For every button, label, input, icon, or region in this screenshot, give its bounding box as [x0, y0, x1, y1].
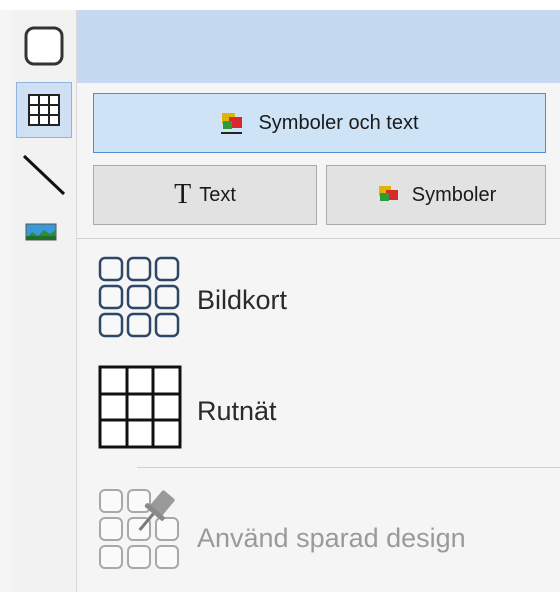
left-toolbar — [12, 10, 77, 592]
symbols-text-icon — [221, 113, 243, 134]
panel-header — [77, 10, 560, 83]
card-grid-icon — [98, 256, 180, 338]
symbols-and-text-button[interactable]: Symboler och text — [93, 93, 546, 153]
symbols-button[interactable]: Symboler — [326, 165, 546, 225]
landscape-image-icon — [25, 223, 57, 241]
grid-tool[interactable] — [16, 82, 72, 138]
diagonal-line-icon — [22, 154, 66, 196]
saved-design-pin-icon — [99, 489, 179, 569]
grid-icon — [28, 94, 60, 126]
rounded-square-icon — [24, 26, 64, 66]
text-t-icon: T — [174, 179, 192, 210]
symbols-button-label: Symboler — [411, 183, 497, 206]
option-rutnat[interactable]: Rutnät — [97, 362, 537, 452]
rounded-rectangle-tool[interactable] — [16, 18, 72, 74]
option-bildkort-label: Bildkort — [197, 285, 288, 315]
text-button[interactable]: T Text — [93, 165, 317, 225]
symbols-and-text-label: Symboler och text — [258, 111, 419, 134]
image-tool[interactable] — [16, 210, 72, 266]
top-strip — [0, 0, 560, 10]
option-bildkort[interactable]: Bildkort — [97, 255, 537, 345]
options-divider — [137, 467, 560, 468]
option-saved-design: Använd sparad design — [97, 487, 537, 577]
symbols-icon — [378, 186, 398, 201]
option-saved-design-label: Använd sparad design — [197, 523, 466, 553]
option-rutnat-label: Rutnät — [197, 396, 277, 426]
table-grid-icon — [98, 365, 182, 449]
design-panel: Symboler och text T Text Symboler Bildko… — [77, 10, 560, 592]
text-button-label: Text — [199, 183, 236, 206]
panel-divider — [77, 238, 560, 239]
line-tool[interactable] — [16, 146, 72, 202]
